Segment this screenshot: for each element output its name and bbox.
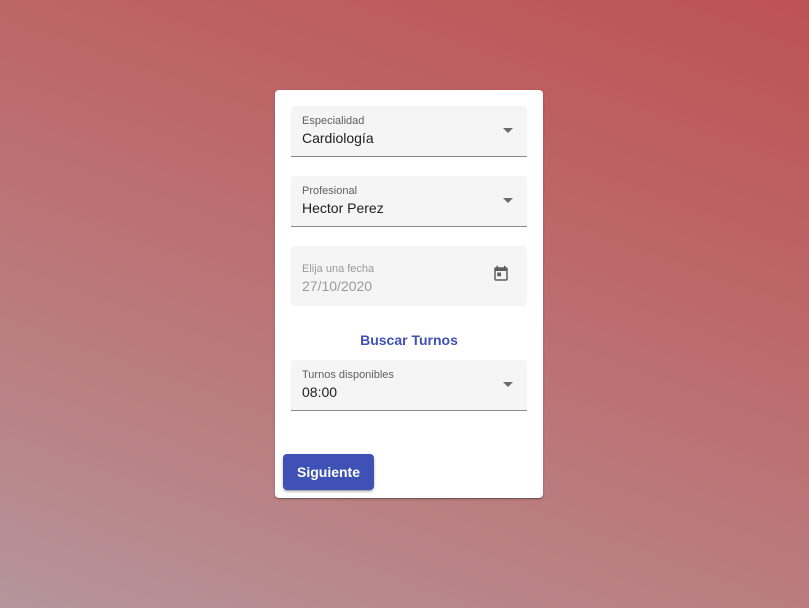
- calendar-icon[interactable]: [492, 265, 510, 283]
- next-button[interactable]: Siguiente: [283, 454, 374, 490]
- professional-label: Profesional: [302, 185, 358, 197]
- appointment-card: Especialidad Cardiología Profesional Hec…: [275, 90, 543, 498]
- dropdown-arrow-icon[interactable]: [503, 128, 513, 133]
- date-label: Elija una fecha: [302, 263, 375, 275]
- search-slots-button[interactable]: Buscar Turnos: [291, 332, 527, 352]
- professional-value: Hector Perez: [302, 200, 384, 216]
- specialty-value: Cardiología: [302, 130, 374, 146]
- slots-value: 08:00: [302, 384, 338, 400]
- slots-label: Turnos disponibles: [302, 369, 394, 381]
- specialty-label: Especialidad: [302, 115, 365, 127]
- specialty-select[interactable]: Especialidad Cardiología: [291, 106, 527, 157]
- date-field: Elija una fecha 27/10/2020: [291, 246, 527, 306]
- date-value: 27/10/2020: [302, 278, 373, 294]
- slots-select[interactable]: Turnos disponibles 08:00: [291, 360, 527, 411]
- professional-select[interactable]: Profesional Hector Perez: [291, 176, 527, 227]
- dropdown-arrow-icon[interactable]: [503, 382, 513, 387]
- dropdown-arrow-icon[interactable]: [503, 198, 513, 203]
